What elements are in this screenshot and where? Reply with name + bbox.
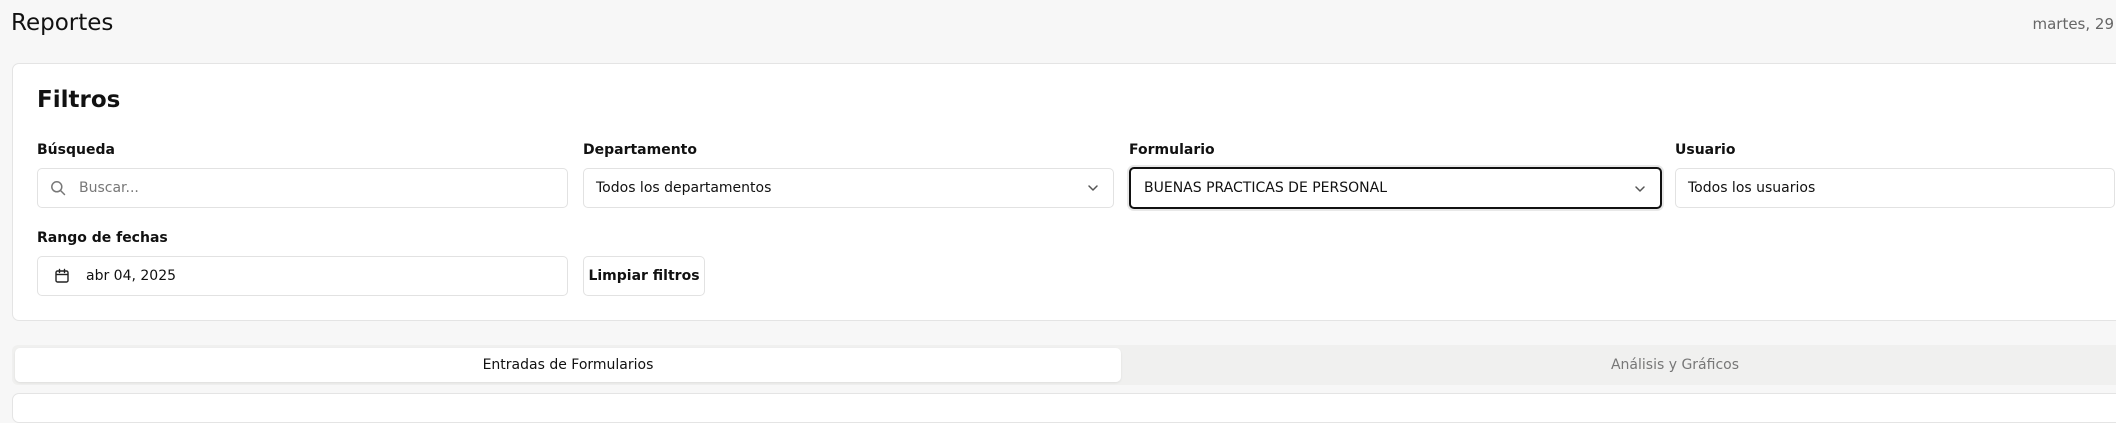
chevron-down-icon bbox=[1085, 180, 1101, 196]
search-input[interactable]: Buscar... bbox=[37, 168, 568, 208]
user-select[interactable]: Todos los usuarios bbox=[1675, 168, 2115, 208]
department-label: Departamento bbox=[583, 142, 697, 158]
user-label: Usuario bbox=[1675, 142, 1736, 158]
search-label: Búsqueda bbox=[37, 142, 115, 158]
search-placeholder: Buscar... bbox=[79, 180, 139, 196]
tabs-list: Entradas de Formularios Análisis y Gráfi… bbox=[12, 345, 2116, 385]
date-range-label: Rango de fechas bbox=[37, 230, 168, 246]
chevron-down-icon bbox=[1632, 181, 1648, 197]
form-label: Formulario bbox=[1129, 142, 1215, 158]
calendar-icon bbox=[54, 268, 70, 284]
clear-filters-button[interactable]: Limpiar filtros bbox=[583, 256, 705, 296]
form-value: BUENAS PRACTICAS DE PERSONAL bbox=[1144, 180, 1388, 196]
department-value: Todos los departamentos bbox=[596, 180, 772, 196]
filters-title: Filtros bbox=[37, 87, 121, 113]
search-icon bbox=[50, 180, 66, 196]
department-select[interactable]: Todos los departamentos bbox=[583, 168, 1114, 208]
top-bar: Reportes martes, 29 bbox=[0, 0, 2116, 50]
user-value: Todos los usuarios bbox=[1688, 180, 1816, 196]
tab-form-entries[interactable]: Entradas de Formularios bbox=[15, 348, 1121, 382]
date-range-value: abr 04, 2025 bbox=[86, 268, 177, 284]
current-date: martes, 29 bbox=[2032, 15, 2114, 33]
form-select[interactable]: BUENAS PRACTICAS DE PERSONAL bbox=[1129, 167, 1662, 209]
tab-analysis-charts[interactable]: Análisis y Gráficos bbox=[1122, 348, 2116, 382]
page-title: Reportes bbox=[11, 10, 114, 36]
content-card bbox=[12, 393, 2116, 423]
date-range-picker[interactable]: abr 04, 2025 bbox=[37, 256, 568, 296]
filters-card: Filtros Búsqueda Buscar... Departamento … bbox=[12, 63, 2116, 321]
